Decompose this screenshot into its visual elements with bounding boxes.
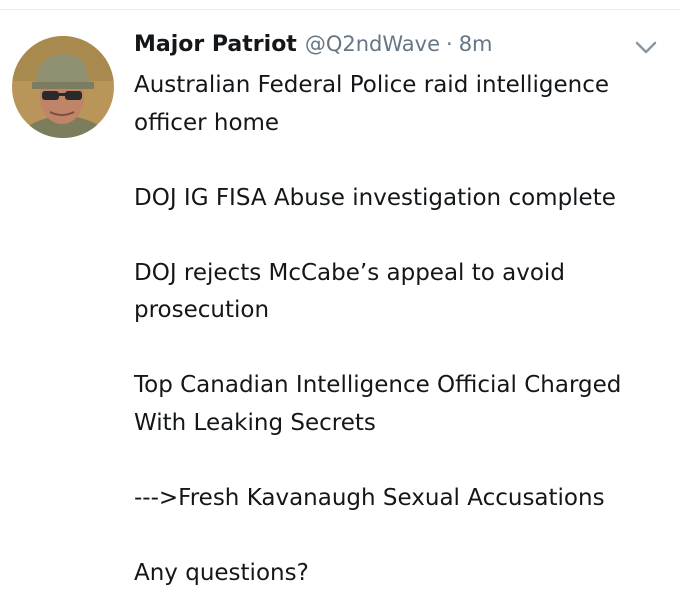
- tweet-paragraph: Australian Federal Police raid intellige…: [134, 72, 610, 136]
- profile-photo-icon: [12, 36, 114, 138]
- tweet-paragraph: Top Canadian Intelligence Official Charg…: [134, 372, 622, 436]
- timestamp[interactable]: 8m: [459, 32, 493, 56]
- avatar[interactable]: [12, 36, 114, 138]
- user-handle[interactable]: @Q2ndWave: [305, 32, 440, 56]
- tweet-header: Major Patriot @Q2ndWave · 8m: [134, 32, 493, 64]
- tweet-text: Australian Federal Police raid intellige…: [134, 67, 664, 592]
- top-divider: [0, 0, 680, 10]
- tweet-paragraph: DOJ rejects McCabe’s appeal to avoid pro…: [134, 259, 565, 324]
- separator-dot: ·: [446, 32, 453, 56]
- display-name[interactable]: Major Patriot: [134, 32, 297, 57]
- tweet-paragraph: --->Fresh Kavanaugh Sexual Accusations: [134, 484, 605, 511]
- chevron-down-icon[interactable]: [634, 40, 658, 56]
- tweet-paragraph: Any questions?: [134, 559, 309, 586]
- tweet-paragraph: DOJ IG FISA Abuse investigation complete: [134, 184, 616, 211]
